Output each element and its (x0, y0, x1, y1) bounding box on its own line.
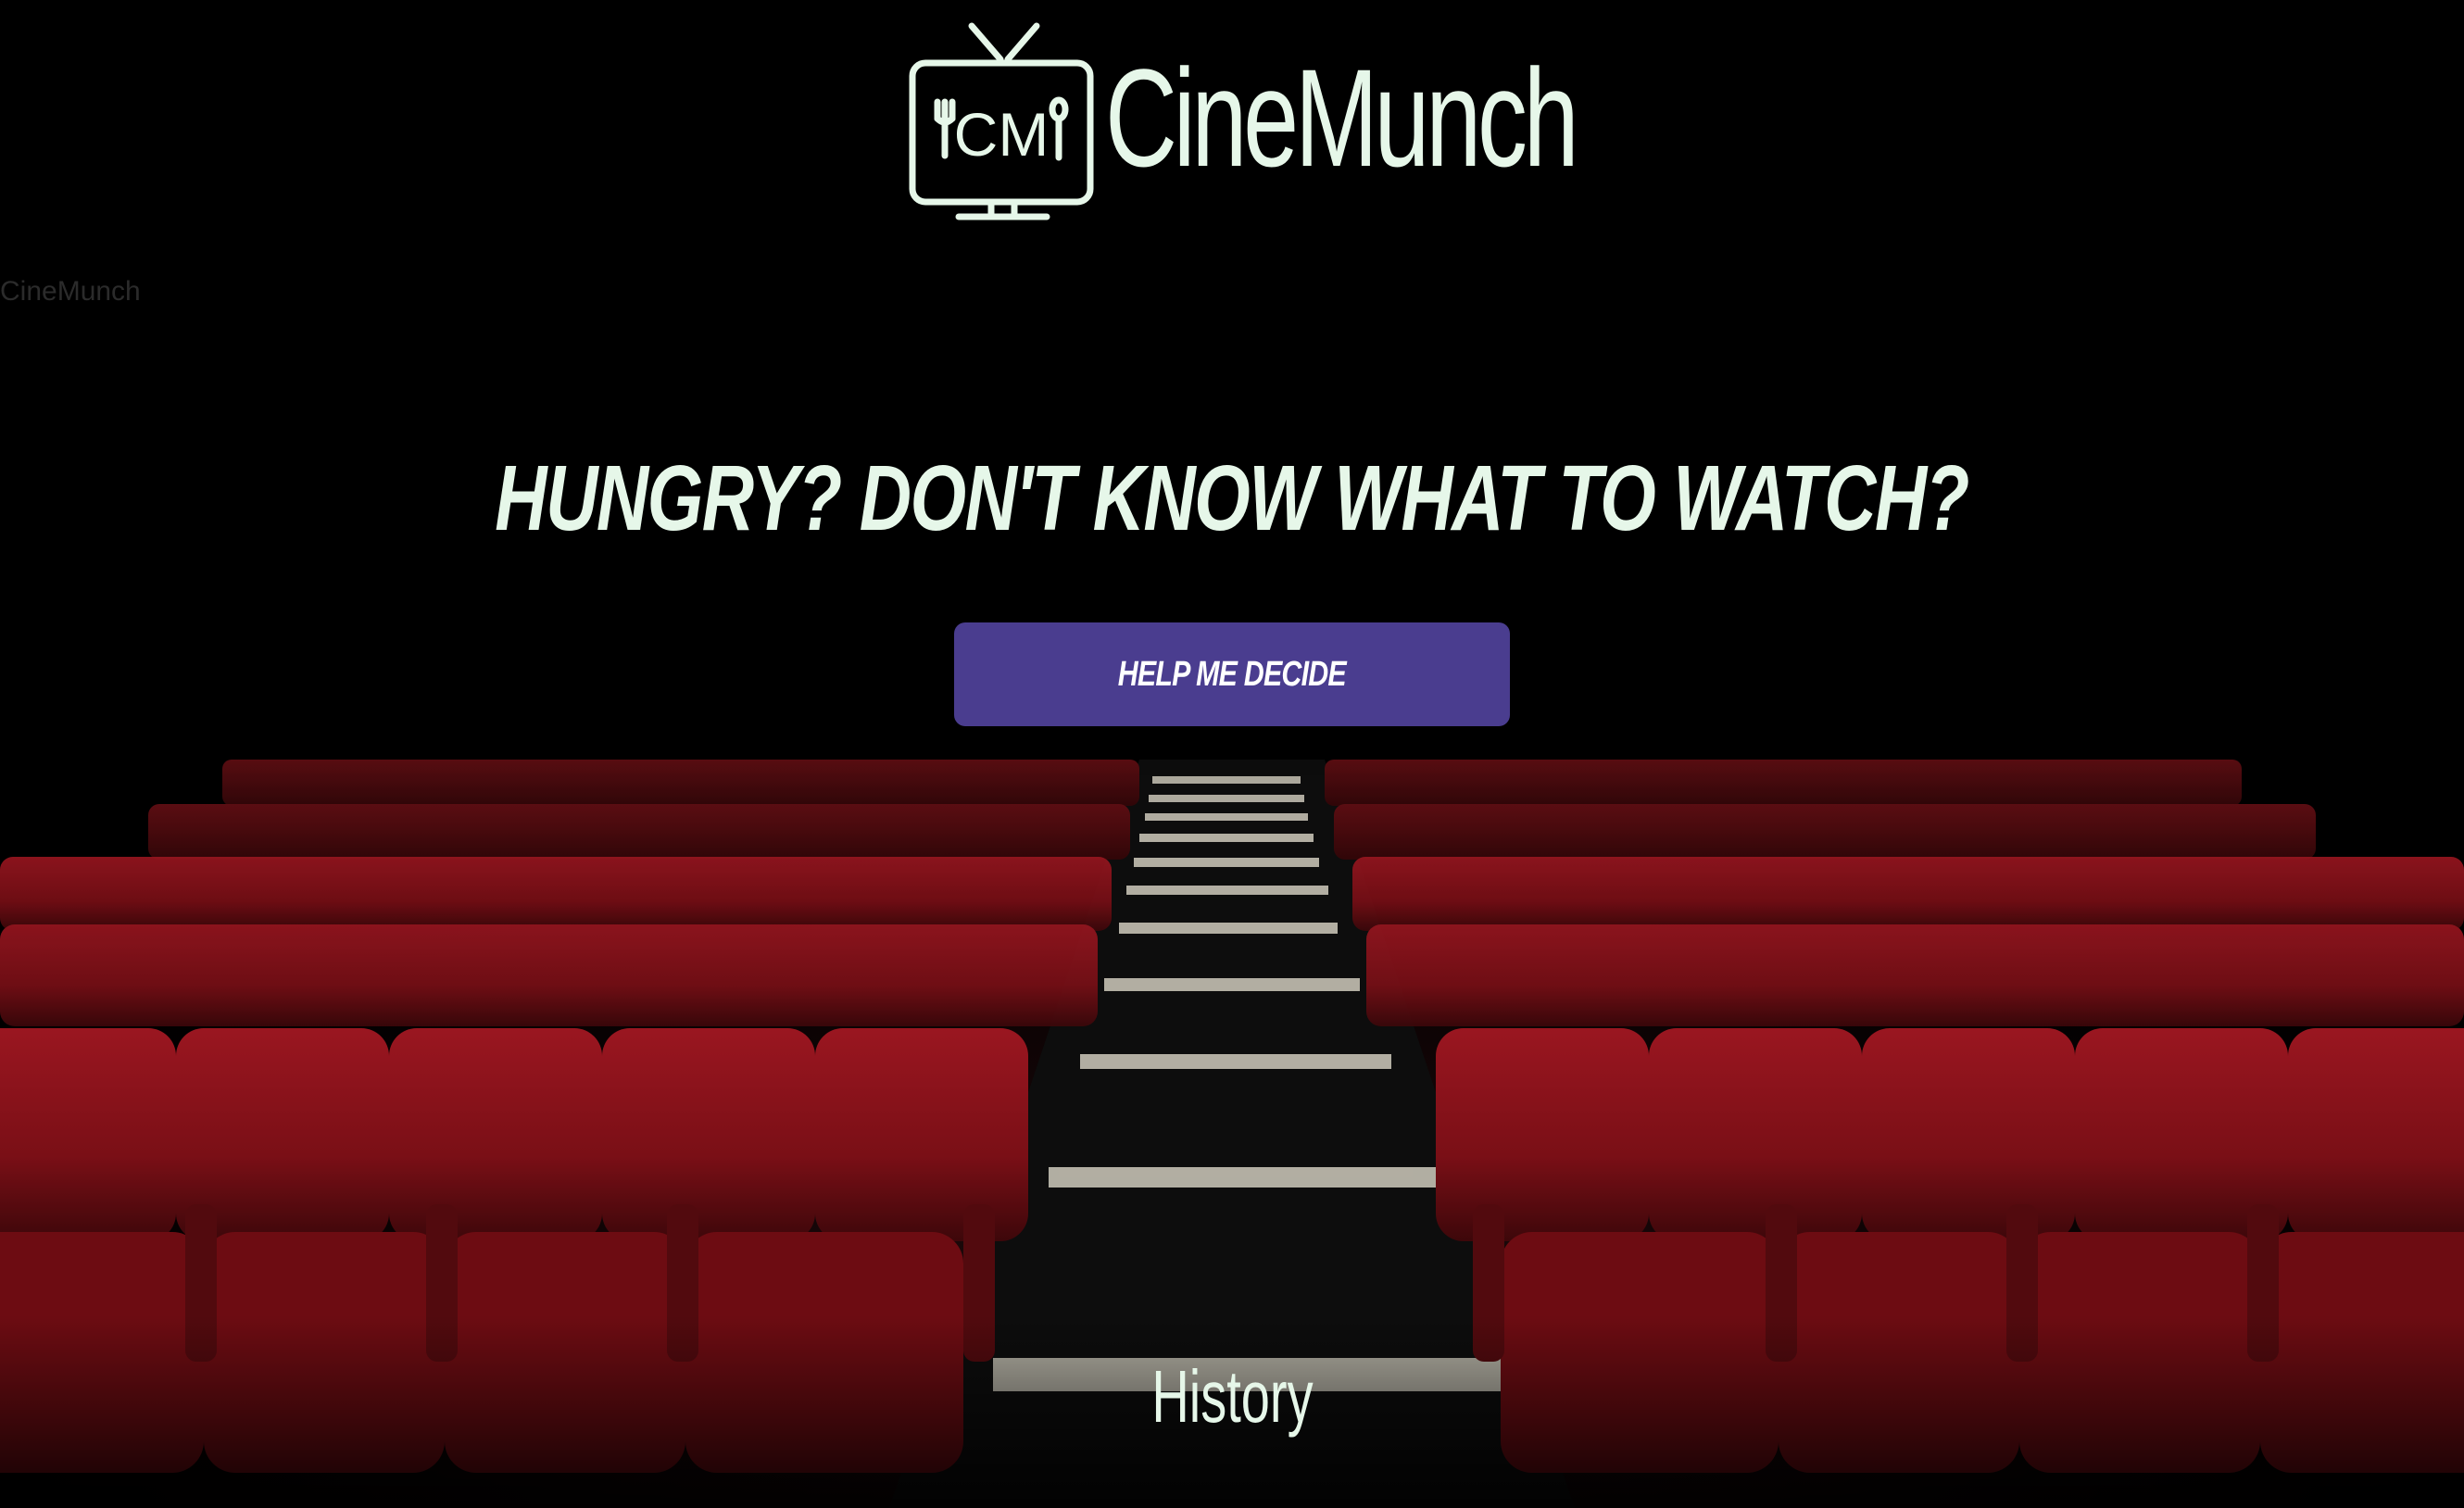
logo-alt-text: CineMunch (0, 276, 141, 307)
history-label: History (1150, 1355, 1314, 1438)
help-me-decide-button[interactable]: HELP ME DECIDE (954, 622, 1510, 726)
help-me-decide-label: HELP ME DECIDE (1117, 654, 1347, 694)
hero-headline: HUNGRY? DON'T KNOW WHAT TO WATCH? (495, 446, 1970, 550)
landing-page: CM CineMunch CineMunch HUNGRY? DON'T KNO… (0, 0, 2464, 1508)
brand-logo[interactable]: CM CineMunch (903, 17, 1579, 230)
history-link[interactable]: History (0, 1354, 2464, 1439)
tv-fork-spoon-icon: CM (909, 22, 1094, 220)
brand-name: CineMunch (1105, 40, 1579, 195)
logo-monogram: CM (954, 100, 1050, 169)
